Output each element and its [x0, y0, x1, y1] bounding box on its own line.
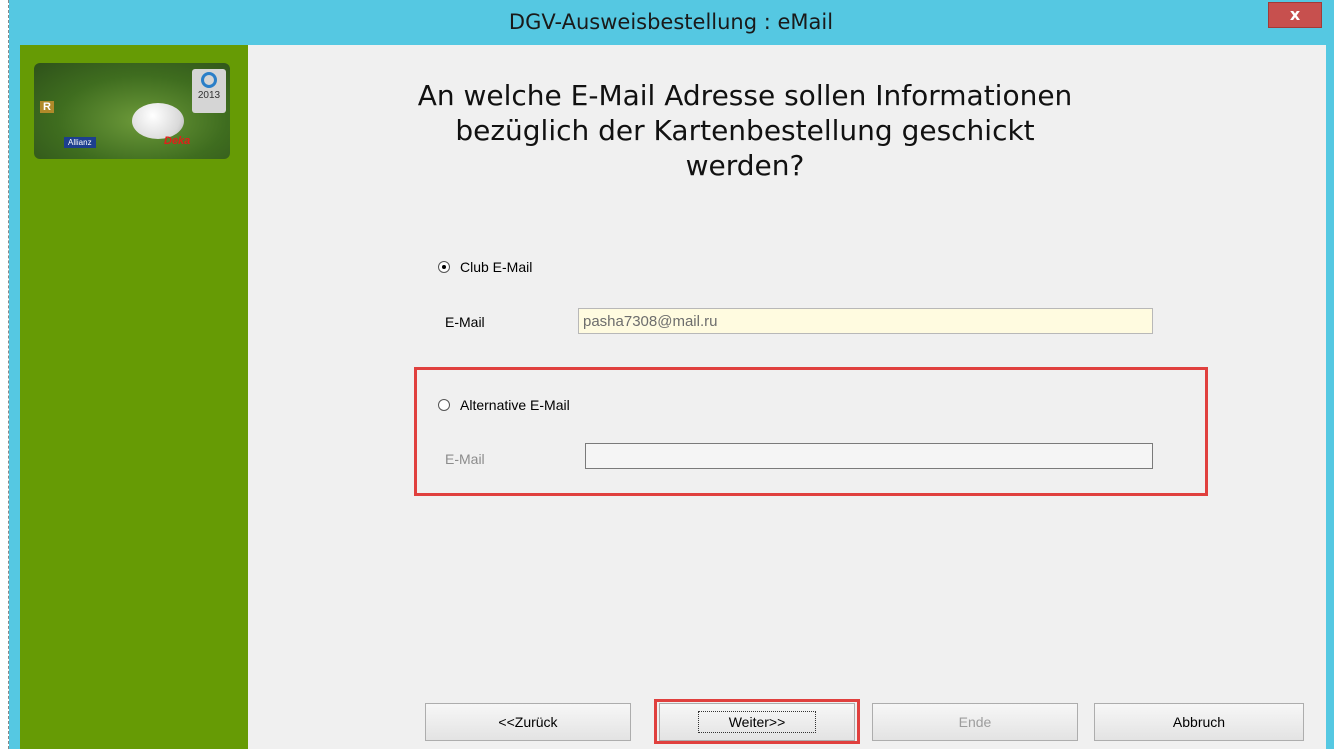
back-button[interactable]: <<Zurück: [425, 703, 631, 741]
cancel-button[interactable]: Abbruch: [1094, 703, 1304, 741]
club-email-radio[interactable]: Club E-Mail: [438, 259, 532, 275]
club-email-input[interactable]: [578, 308, 1153, 334]
finish-button[interactable]: Ende: [872, 703, 1078, 741]
alternative-email-radio[interactable]: Alternative E-Mail: [438, 397, 570, 413]
finish-button-label: Ende: [958, 714, 992, 730]
radio-checked-icon[interactable]: [438, 261, 450, 273]
close-button[interactable]: x: [1268, 2, 1322, 28]
allianz-logo: Allianz: [64, 137, 96, 148]
next-button-label: Weiter>>: [697, 711, 817, 733]
page-heading: An welche E-Mail Adresse sollen Informat…: [310, 78, 1180, 183]
deka-logo: Deka: [164, 135, 191, 147]
dgv-2013-badge: 2013: [192, 69, 226, 113]
heading-line-1: An welche E-Mail Adresse sollen Informat…: [417, 79, 1073, 112]
golf-logo-image: 2013 R Allianz Deka: [34, 63, 230, 159]
cancel-button-label: Abbruch: [1172, 714, 1226, 730]
dgv-ring-icon: [201, 72, 217, 88]
title-bar[interactable]: DGV-Ausweisbestellung : eMail x: [8, 0, 1334, 44]
alternative-email-highlight: [414, 367, 1208, 496]
heading-line-2: bezüglich der Kartenbestellung geschickt: [455, 114, 1035, 147]
badge-year: 2013: [197, 90, 221, 101]
dialog-window: DGV-Ausweisbestellung : eMail x 2013 R A…: [0, 0, 1334, 749]
left-edge: [0, 0, 9, 749]
club-email-field-label: E-Mail: [445, 314, 485, 330]
r-badge-icon: R: [40, 101, 54, 113]
club-email-radio-label: Club E-Mail: [460, 259, 533, 275]
alternative-email-input[interactable]: [585, 443, 1153, 469]
back-button-label: <<Zurück: [498, 714, 558, 730]
golf-ball-icon: [132, 103, 184, 139]
close-icon: x: [1289, 5, 1301, 24]
alternative-email-radio-label: Alternative E-Mail: [460, 397, 570, 413]
alternative-email-field-label: E-Mail: [445, 451, 485, 467]
radio-unchecked-icon[interactable]: [438, 399, 450, 411]
next-button[interactable]: Weiter>>: [659, 703, 855, 741]
heading-line-3: werden?: [685, 149, 805, 182]
sidebar: 2013 R Allianz Deka: [20, 45, 248, 749]
window-title: DGV-Ausweisbestellung : eMail: [508, 10, 834, 34]
dialog-content: 2013 R Allianz Deka An welche E-Mail Adr…: [20, 45, 1326, 749]
